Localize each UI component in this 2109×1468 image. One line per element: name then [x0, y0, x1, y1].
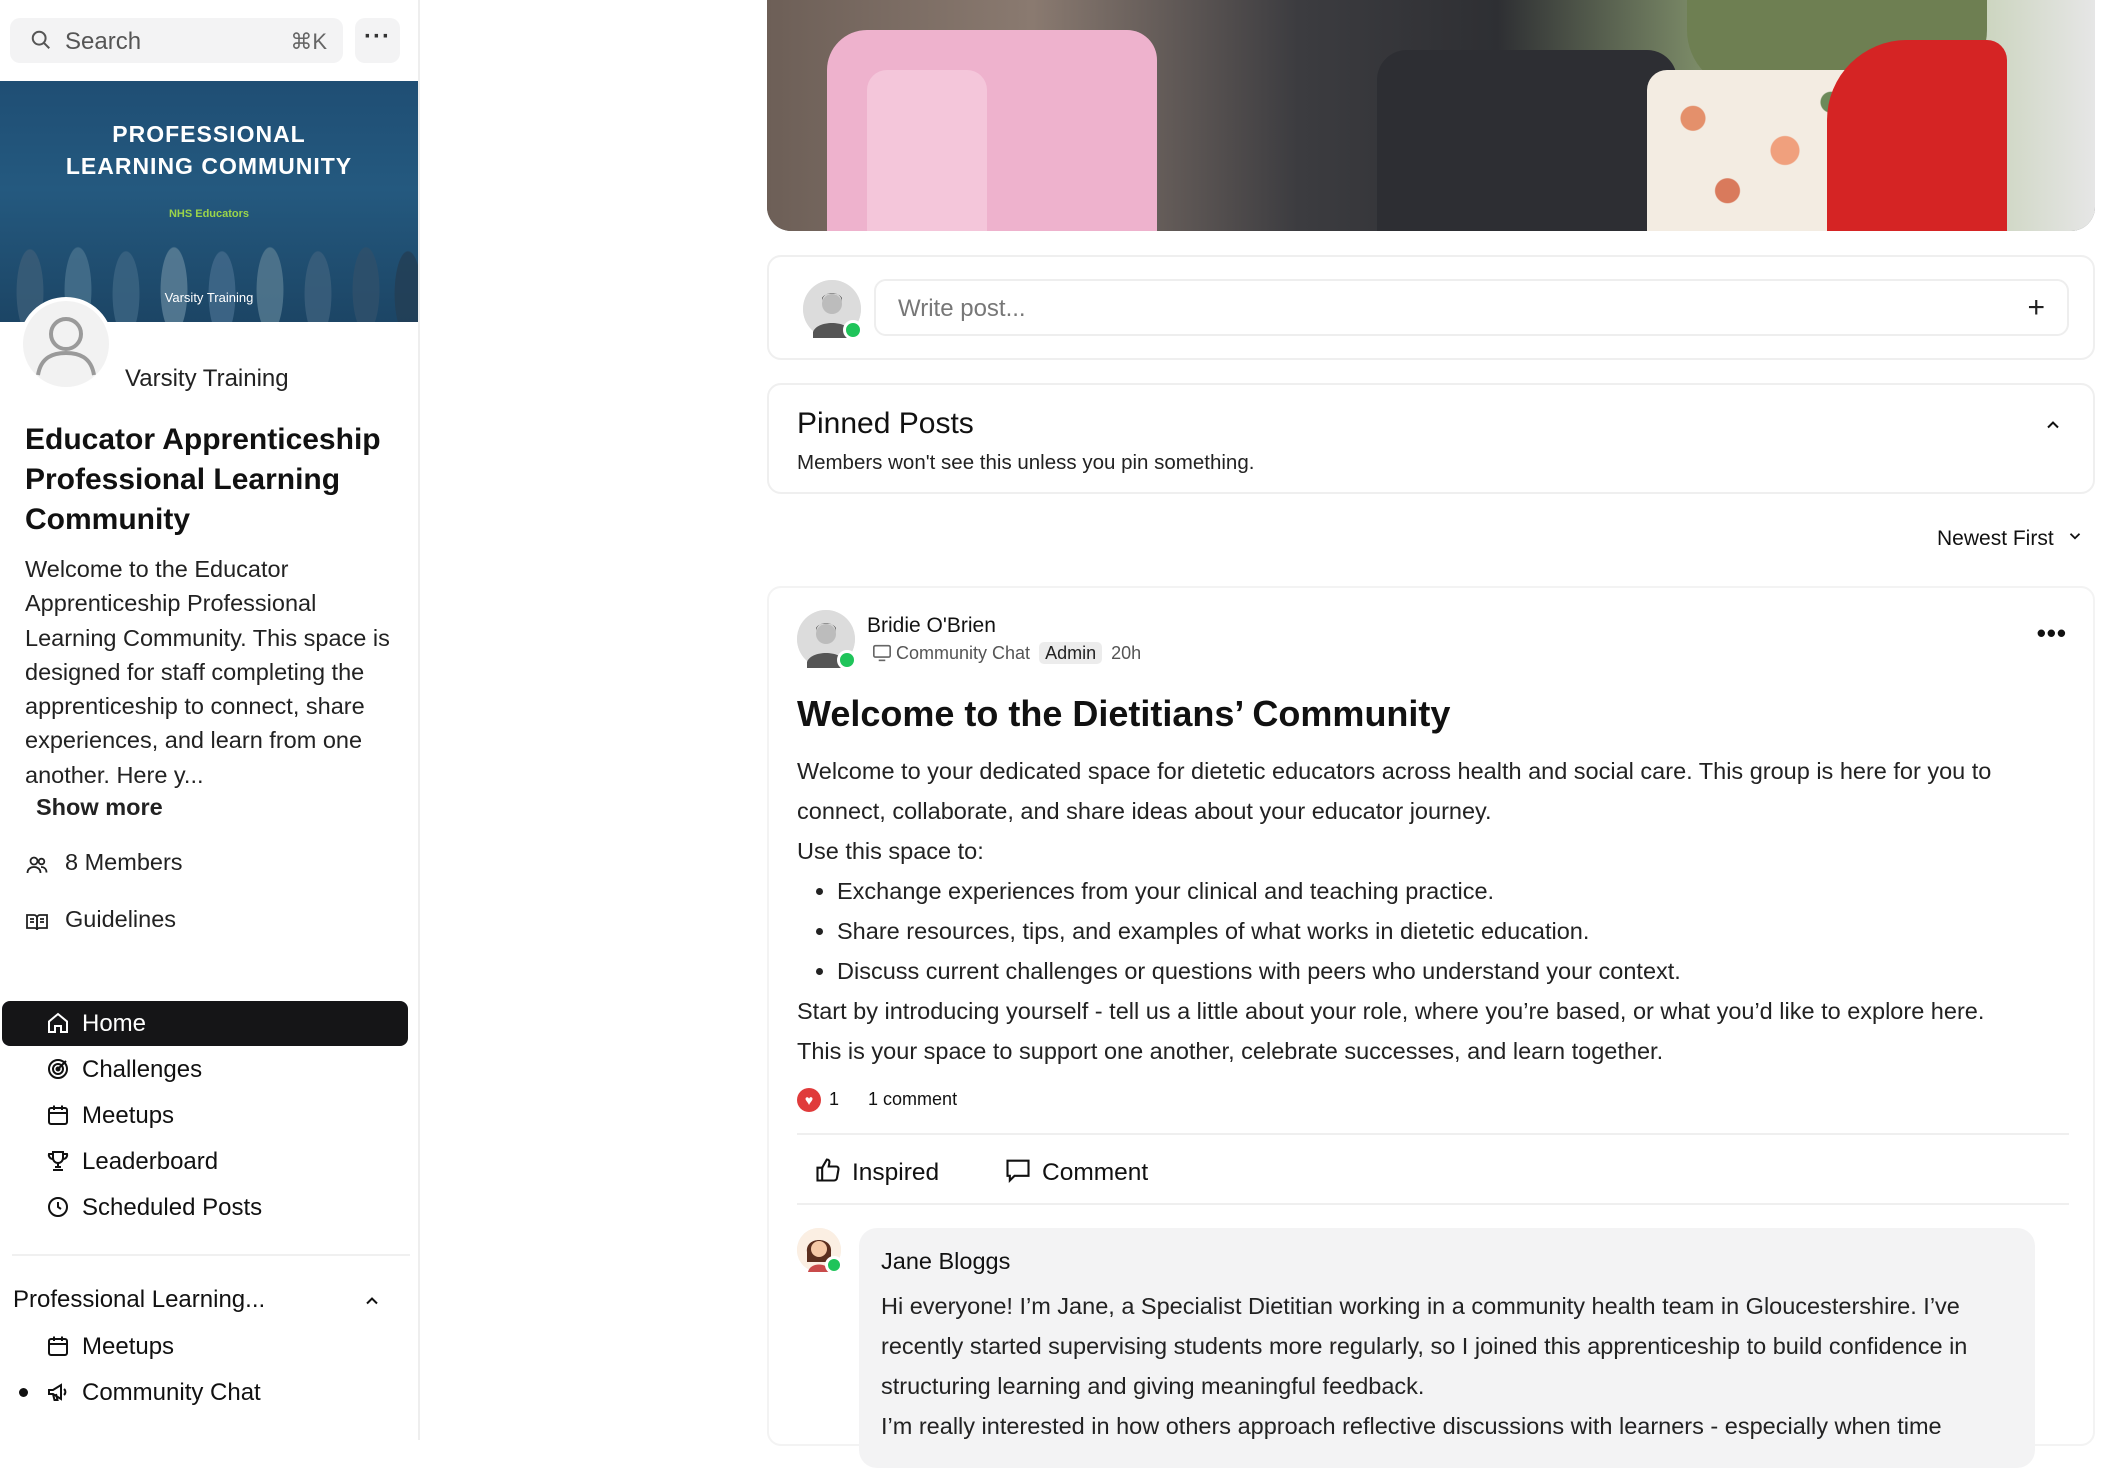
reaction-summary[interactable]: ♥ 1 1 comment — [797, 1088, 957, 1112]
online-indicator — [825, 1256, 843, 1274]
comment-author-name[interactable]: Jane Bloggs — [881, 1248, 1010, 1275]
comment-author-avatar[interactable] — [797, 1228, 843, 1274]
add-icon[interactable]: + — [2027, 291, 2045, 325]
write-post-placeholder: Write post... — [898, 295, 1026, 322]
comment-label: Comment — [1042, 1158, 1149, 1186]
post-card: Bridie O'Brien Community Chat Admin 20h … — [767, 586, 2095, 1468]
nav-label: Challenges — [82, 1056, 203, 1083]
sort-dropdown[interactable]: Newest First — [1937, 527, 2084, 551]
divider — [797, 1133, 2069, 1135]
sidebar: Search ⌘K ··· PROFESSIONAL LEARNING COMM… — [0, 0, 420, 1440]
online-indicator — [837, 650, 857, 670]
nav-label: Home — [82, 1010, 147, 1037]
target-icon — [46, 1057, 70, 1088]
comment-bubble: Jane Bloggs Hi everyone! I’m Jane, a Spe… — [859, 1228, 2035, 1468]
nav-item-home[interactable]: Home — [2, 1001, 408, 1046]
calendar-icon — [46, 1334, 70, 1365]
cover-photo-detail — [867, 70, 987, 231]
current-user-avatar[interactable] — [803, 280, 863, 340]
pinned-posts-title: Pinned Posts — [797, 407, 974, 440]
pinned-posts-panel: Pinned Posts Members won't see this unle… — [767, 383, 2095, 494]
post-paragraph: Use this space to: — [797, 838, 984, 864]
divider — [12, 1254, 410, 1256]
list-item: Discuss current challenges or questions … — [837, 951, 2077, 991]
nav-item-leaderboard[interactable]: Leaderboard — [2, 1139, 408, 1184]
cover-photo-detail — [1377, 50, 1677, 231]
post-composer: Write post... + — [767, 255, 2095, 360]
post-channel[interactable]: Community Chat — [896, 643, 1030, 663]
post-meta: Community Chat Admin 20h — [872, 642, 1142, 664]
calendar-icon — [46, 1103, 70, 1134]
inspired-label: Inspired — [852, 1158, 940, 1186]
comment-paragraph: I’m really interested in how others appr… — [881, 1413, 1942, 1439]
clock-icon — [46, 1195, 70, 1226]
more-options-button[interactable]: ··· — [355, 18, 400, 63]
book-icon — [25, 910, 49, 940]
post-paragraph: Welcome to your dedicated space for diet… — [797, 758, 1992, 824]
post-timestamp: 20h — [1111, 643, 1142, 663]
banner-subtitle: NHS Educators — [168, 208, 250, 220]
chevron-up-icon[interactable] — [362, 1291, 382, 1316]
user-icon — [36, 317, 96, 376]
chevron-up-icon[interactable] — [2043, 415, 2063, 440]
post-bullet-list: Exchange experiences from your clinical … — [797, 871, 2077, 991]
comment-count[interactable]: 1 comment — [868, 1089, 957, 1109]
monitor-icon — [873, 644, 891, 662]
nav-item-challenges[interactable]: Challenges — [2, 1047, 408, 1092]
sort-label: Newest First — [1937, 527, 2054, 550]
admin-badge: Admin — [1039, 642, 1103, 664]
users-icon — [25, 853, 49, 883]
write-post-input[interactable]: Write post... + — [874, 279, 2069, 336]
nav-item-meetups[interactable]: Meetups — [2, 1093, 408, 1138]
online-indicator — [843, 320, 863, 340]
post-paragraph: Start by introducing yourself - tell us … — [797, 998, 1985, 1024]
comment-text: Hi everyone! I’m Jane, a Specialist Diet… — [881, 1286, 2021, 1446]
post-author-name[interactable]: Bridie O'Brien — [867, 614, 996, 638]
megaphone-icon — [46, 1380, 70, 1411]
nav-item-section-meetups[interactable]: Meetups — [2, 1324, 408, 1369]
nav-label: Community Chat — [82, 1379, 261, 1406]
community-description: Welcome to the Educator Apprenticeship P… — [25, 556, 390, 788]
banner-title: PROFESSIONAL LEARNING COMMUNITY — [65, 121, 353, 179]
post-paragraph: This is your space to support one anothe… — [797, 1038, 1664, 1064]
trophy-icon — [46, 1149, 70, 1180]
post-options-button[interactable]: ••• — [2037, 618, 2067, 649]
nav-label: Meetups — [82, 1333, 175, 1360]
comment-paragraph: Hi everyone! I’m Jane, a Specialist Diet… — [881, 1293, 1968, 1399]
nav-label: Scheduled Posts — [82, 1194, 263, 1221]
section-header[interactable]: Professional Learning... — [13, 1286, 265, 1314]
reaction-count: 1 — [829, 1088, 840, 1109]
show-more-link[interactable]: Show more — [36, 794, 163, 821]
search-shortcut: ⌘K — [290, 29, 327, 54]
members-label: 8 Members — [65, 849, 183, 875]
pinned-posts-subtitle: Members won't see this unless you pin so… — [797, 451, 1255, 474]
owner-avatar[interactable] — [19, 297, 113, 391]
community-cover-image — [767, 0, 2095, 231]
home-icon — [46, 1011, 70, 1042]
nav-item-community-chat[interactable]: Community Chat — [2, 1370, 408, 1415]
guidelines-label: Guidelines — [65, 906, 177, 932]
heart-icon: ♥ — [797, 1088, 821, 1112]
comment-button[interactable]: Comment — [1004, 1156, 1148, 1191]
search-placeholder: Search — [65, 28, 142, 55]
post-author-avatar[interactable] — [797, 610, 857, 670]
divider — [797, 1203, 2069, 1205]
post-title: Welcome to the Dietitians’ Community — [797, 693, 1451, 734]
nav-item-scheduled-posts[interactable]: Scheduled Posts — [2, 1185, 408, 1230]
search-icon — [30, 29, 52, 56]
owner-name[interactable]: Varsity Training — [125, 365, 289, 393]
nav-label: Meetups — [82, 1102, 175, 1129]
inspired-button[interactable]: Inspired — [814, 1156, 939, 1191]
post-body: Welcome to your dedicated space for diet… — [797, 751, 2077, 1071]
community-banner: PROFESSIONAL LEARNING COMMUNITY NHS Educ… — [0, 81, 418, 322]
comment-icon — [1004, 1156, 1032, 1191]
search-input[interactable]: Search ⌘K — [10, 18, 343, 63]
nav-label: Leaderboard — [82, 1148, 219, 1175]
thumbs-up-icon — [814, 1156, 842, 1191]
chevron-down-icon — [2066, 527, 2084, 551]
community-title: Educator Apprenticeship Professional Lea… — [25, 423, 381, 536]
list-item: Exchange experiences from your clinical … — [837, 871, 2077, 911]
cover-photo-detail — [1827, 40, 2007, 231]
list-item: Share resources, tips, and examples of w… — [837, 911, 2077, 951]
